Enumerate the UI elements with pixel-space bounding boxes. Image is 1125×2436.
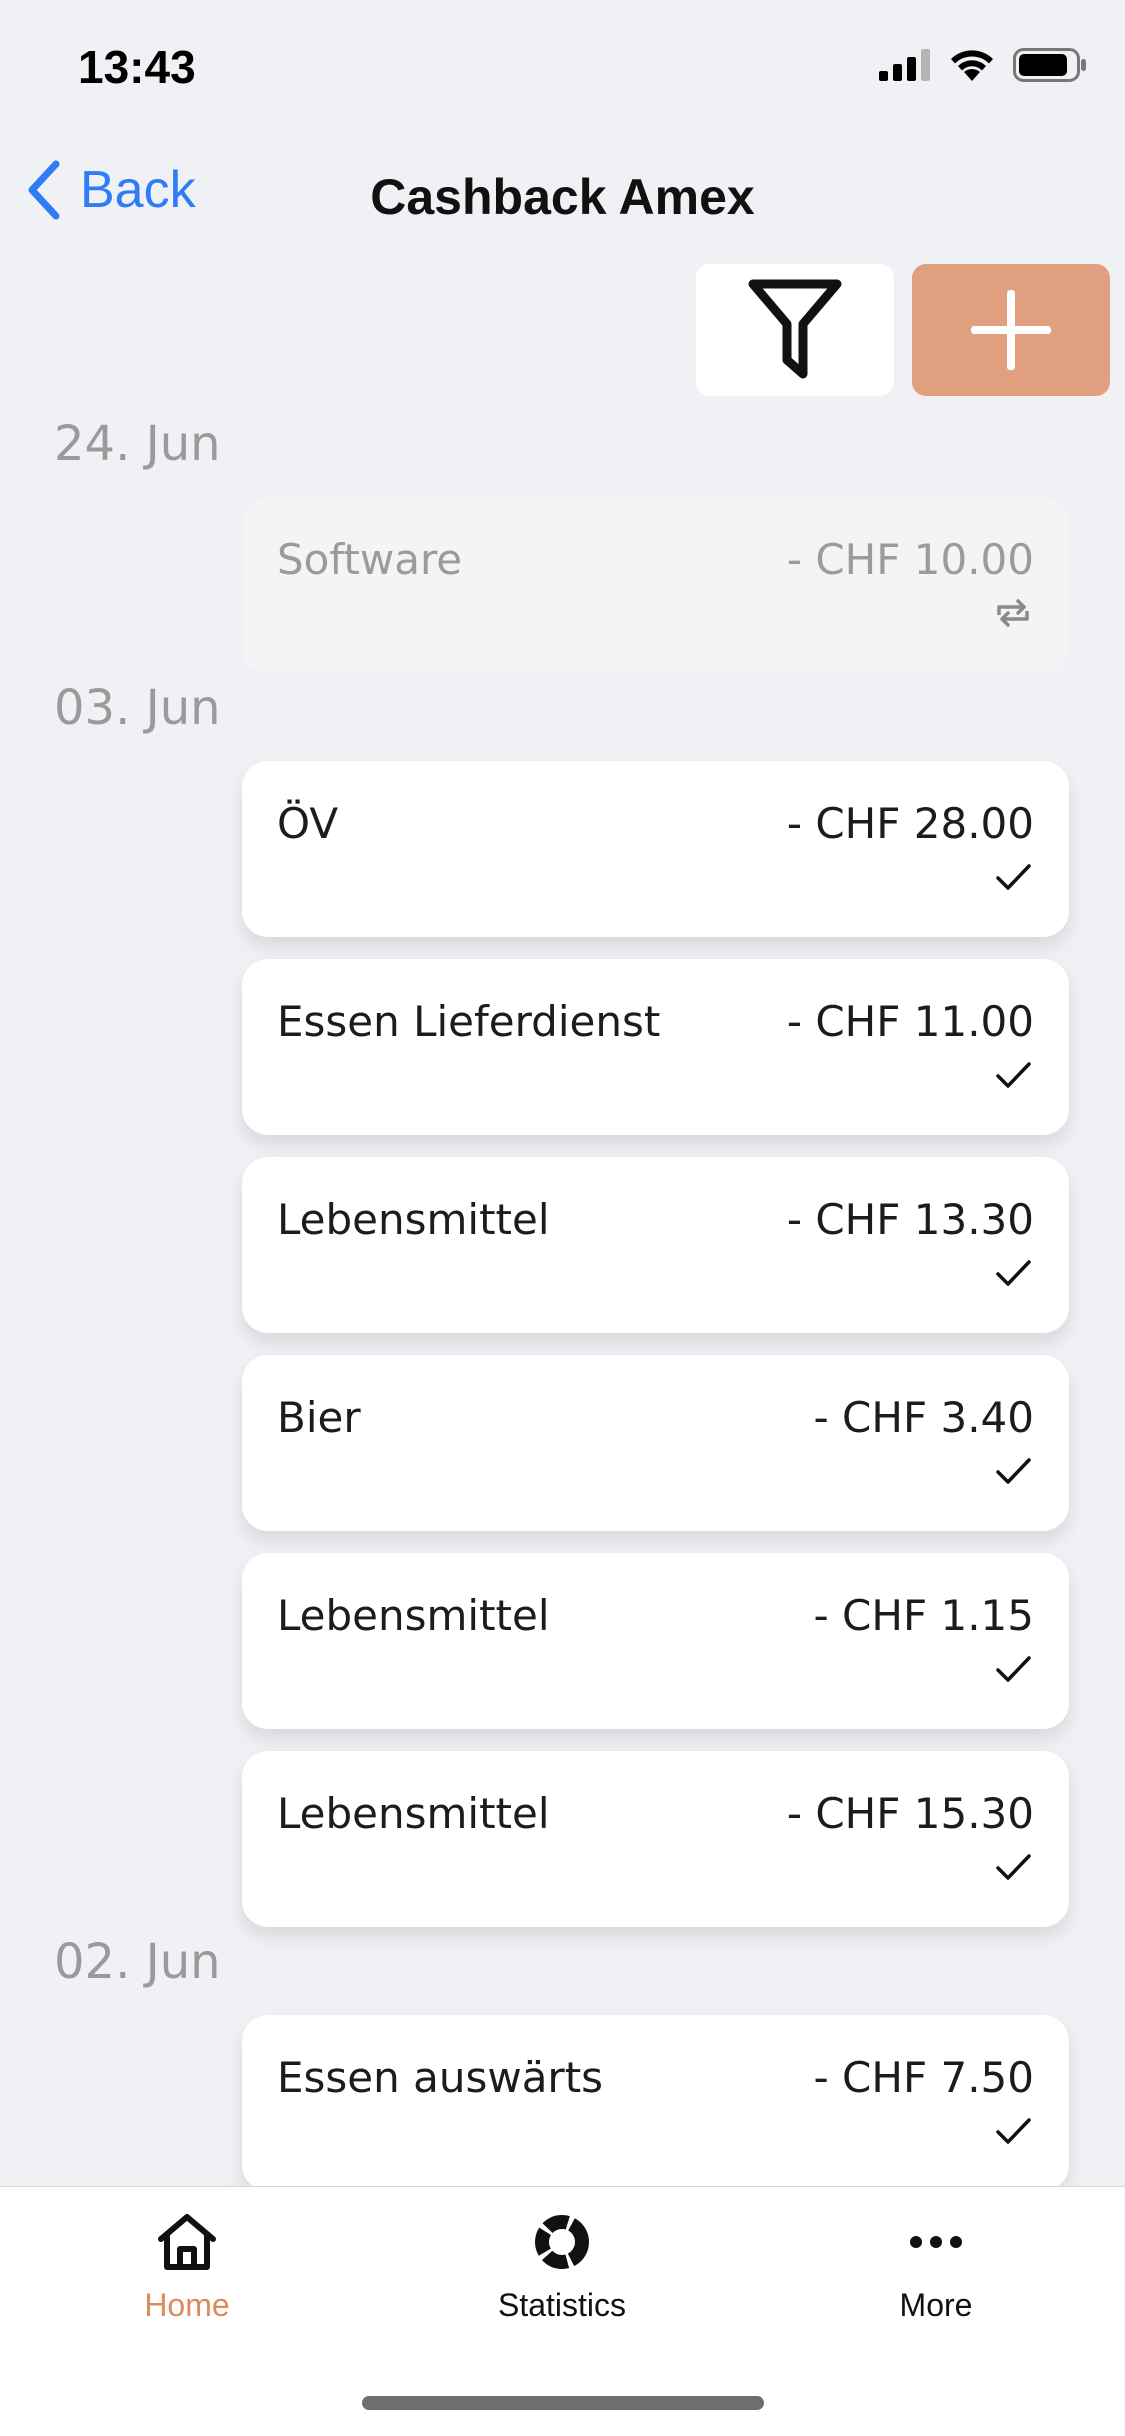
home-indicator: [362, 2396, 764, 2410]
transaction-amount: - CHF 10.00: [786, 535, 1034, 584]
home-icon: [158, 2214, 216, 2270]
transaction-category: Lebensmittel: [277, 1195, 550, 1244]
tab-more[interactable]: More: [806, 2213, 1066, 2324]
transaction-category: Lebensmittel: [277, 1591, 550, 1640]
transaction-category: Software: [277, 535, 463, 584]
transaction-category: Essen auswärts: [277, 2053, 604, 2102]
tab-statistics[interactable]: Statistics: [432, 2213, 692, 2324]
transaction-card[interactable]: ÖV - CHF 28.00: [242, 761, 1069, 937]
battery-icon: [1013, 48, 1086, 82]
add-transaction-button[interactable]: [912, 264, 1110, 396]
checkmark-icon: [996, 1062, 1031, 1088]
funnel-icon: [748, 279, 842, 379]
checkmark-icon: [996, 1656, 1031, 1682]
wifi-icon: [951, 50, 993, 81]
transaction-card[interactable]: Bier - CHF 3.40: [242, 1355, 1069, 1531]
checkmark-icon: [996, 2118, 1031, 2144]
tab-statistics-label: Statistics: [497, 2287, 627, 2323]
checkmark-icon: [996, 864, 1031, 890]
date-header: 02. Jun: [54, 1934, 221, 1990]
transaction-card[interactable]: Lebensmittel - CHF 13.30: [242, 1157, 1069, 1333]
page-title: Cashback Amex: [370, 169, 755, 225]
transaction-amount: - CHF 7.50: [813, 2053, 1034, 2102]
tab-home[interactable]: Home: [57, 2213, 317, 2324]
transaction-category: Bier: [277, 1393, 361, 1442]
transaction-category: Lebensmittel: [277, 1789, 550, 1838]
plus-icon: [971, 290, 1051, 370]
transaction-card[interactable]: Essen auswärts - CHF 7.50: [242, 2015, 1069, 2191]
transaction-card[interactable]: Lebensmittel - CHF 15.30: [242, 1751, 1069, 1927]
cellular-signal-icon: [879, 49, 930, 81]
transaction-amount: - CHF 11.00: [786, 997, 1034, 1046]
status-icons: [879, 48, 1087, 82]
transaction-amount: - CHF 28.00: [786, 799, 1034, 848]
transaction-amount: - CHF 13.30: [786, 1195, 1034, 1244]
checkmark-icon: [996, 1260, 1031, 1286]
date-header: 24. Jun: [54, 416, 221, 472]
statistics-icon: [535, 2215, 589, 2269]
filter-button[interactable]: [696, 264, 894, 396]
transaction-amount: - CHF 3.40: [813, 1393, 1034, 1442]
recurring-icon: [997, 599, 1029, 627]
tab-more-label: More: [899, 2287, 973, 2323]
transaction-card[interactable]: Essen Lieferdienst - CHF 11.00: [242, 959, 1069, 1135]
transaction-category: ÖV: [277, 799, 339, 848]
transaction-card[interactable]: Software - CHF 10.00: [242, 497, 1069, 673]
transaction-card[interactable]: Lebensmittel - CHF 1.15: [242, 1553, 1069, 1729]
date-header: 03. Jun: [54, 680, 221, 736]
transaction-amount: - CHF 15.30: [786, 1789, 1034, 1838]
transaction-amount: - CHF 1.15: [813, 1591, 1034, 1640]
screen: 13:43 Back Cashback Amex 24. Jun Softwar…: [0, 0, 1125, 2436]
transaction-category: Essen Lieferdienst: [277, 997, 661, 1046]
checkmark-icon: [996, 1854, 1031, 1880]
more-icon: [910, 2236, 962, 2248]
tab-home-label: Home: [144, 2287, 230, 2323]
checkmark-icon: [996, 1458, 1031, 1484]
status-time: 13:43: [78, 41, 196, 93]
